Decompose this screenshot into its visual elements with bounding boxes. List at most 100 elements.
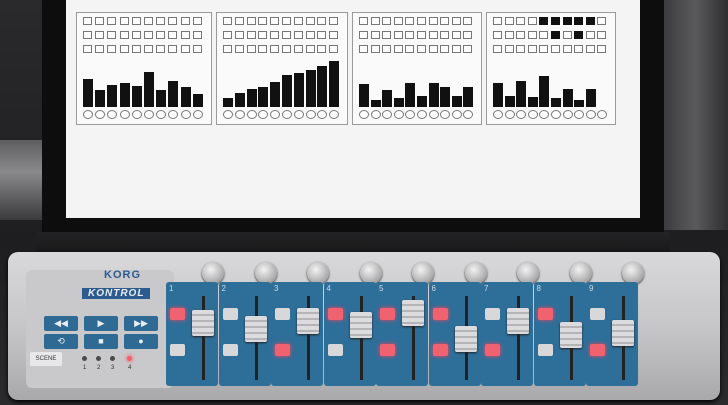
step-toggle[interactable]: [258, 45, 268, 53]
step-toggle[interactable]: [527, 17, 537, 25]
step-value-bar[interactable]: [192, 94, 203, 107]
channel-knob[interactable]: [569, 262, 592, 284]
mute-button[interactable]: [170, 344, 185, 356]
step-toggle[interactable]: [107, 45, 117, 53]
solo-button[interactable]: [327, 308, 343, 320]
step-value-bar[interactable]: [223, 98, 233, 107]
step-value-bar[interactable]: [527, 97, 538, 107]
step-knob[interactable]: [131, 110, 142, 119]
step-toggle[interactable]: [562, 31, 572, 39]
step-value-bar[interactable]: [463, 87, 474, 107]
step-knob[interactable]: [95, 110, 106, 119]
step-toggle[interactable]: [428, 31, 438, 39]
step-toggle[interactable]: [405, 45, 415, 53]
step-toggle[interactable]: [234, 17, 244, 25]
step-toggle[interactable]: [144, 45, 153, 53]
step-value-bar[interactable]: [131, 86, 142, 107]
step-toggle[interactable]: [585, 31, 595, 39]
step-value-bar[interactable]: [156, 90, 167, 107]
step-toggle[interactable]: [574, 45, 584, 53]
step-toggle[interactable]: [574, 31, 584, 39]
step-knob[interactable]: [223, 110, 233, 119]
step-value-bar[interactable]: [428, 83, 439, 107]
step-toggle[interactable]: [440, 31, 450, 39]
step-toggle[interactable]: [192, 31, 202, 39]
step-value-bar[interactable]: [585, 89, 596, 107]
step-toggle[interactable]: [359, 45, 368, 53]
step-knob[interactable]: [493, 110, 503, 119]
solo-button[interactable]: [590, 308, 605, 320]
channel-knob[interactable]: [622, 262, 644, 284]
mute-button[interactable]: [380, 344, 395, 356]
step-value-bar[interactable]: [493, 83, 503, 107]
step-toggle[interactable]: [551, 45, 560, 53]
step-toggle[interactable]: [282, 17, 291, 25]
step-toggle[interactable]: [370, 45, 380, 53]
step-toggle[interactable]: [156, 17, 166, 25]
step-toggle[interactable]: [305, 31, 315, 39]
step-toggle[interactable]: [305, 17, 315, 25]
step-toggle[interactable]: [305, 45, 315, 53]
step-value-bar[interactable]: [317, 66, 328, 107]
step-value-bar[interactable]: [144, 72, 154, 107]
step-toggle[interactable]: [405, 31, 415, 39]
channel-knob[interactable]: [412, 262, 434, 284]
step-toggle[interactable]: [539, 45, 549, 53]
step-toggle[interactable]: [440, 17, 450, 25]
step-value-bar[interactable]: [370, 100, 381, 107]
step-toggle[interactable]: [317, 31, 327, 39]
record-button[interactable]: ●: [124, 334, 158, 349]
step-toggle[interactable]: [119, 45, 129, 53]
step-knob[interactable]: [192, 110, 203, 119]
step-toggle[interactable]: [329, 31, 339, 39]
step-value-bar[interactable]: [305, 70, 316, 107]
channel-knob[interactable]: [517, 262, 539, 284]
step-toggle[interactable]: [83, 45, 92, 53]
step-toggle[interactable]: [597, 17, 607, 25]
step-toggle[interactable]: [417, 31, 426, 39]
step-value-bar[interactable]: [95, 90, 106, 107]
step-value-bar[interactable]: [504, 96, 515, 107]
step-toggle[interactable]: [156, 31, 166, 39]
step-knob[interactable]: [258, 110, 269, 119]
step-toggle[interactable]: [258, 17, 268, 25]
step-value-bar[interactable]: [574, 100, 585, 107]
step-knob[interactable]: [83, 110, 93, 119]
step-toggle[interactable]: [192, 45, 202, 53]
step-knob[interactable]: [156, 110, 167, 119]
step-toggle[interactable]: [168, 31, 178, 39]
solo-button[interactable]: [170, 308, 185, 320]
step-knob[interactable]: [585, 110, 596, 119]
step-toggle[interactable]: [270, 17, 280, 25]
step-toggle[interactable]: [585, 17, 595, 25]
step-knob[interactable]: [119, 110, 130, 119]
step-toggle[interactable]: [144, 17, 153, 25]
step-toggle[interactable]: [223, 45, 232, 53]
step-toggle[interactable]: [393, 45, 403, 53]
step-toggle[interactable]: [551, 17, 560, 25]
channel-fader[interactable]: [297, 308, 319, 334]
step-toggle[interactable]: [107, 17, 117, 25]
step-value-bar[interactable]: [393, 98, 404, 107]
step-knob[interactable]: [382, 110, 393, 119]
step-toggle[interactable]: [359, 17, 368, 25]
step-value-bar[interactable]: [359, 84, 369, 107]
step-value-bar[interactable]: [246, 89, 257, 107]
step-toggle[interactable]: [131, 45, 141, 53]
step-toggle[interactable]: [428, 45, 438, 53]
step-toggle[interactable]: [382, 45, 392, 53]
channel-fader[interactable]: [507, 308, 529, 334]
step-toggle[interactable]: [107, 31, 117, 39]
step-toggle[interactable]: [597, 31, 607, 39]
step-toggle[interactable]: [597, 45, 607, 53]
step-value-bar[interactable]: [293, 73, 304, 107]
stop-button[interactable]: ■: [84, 334, 118, 349]
step-toggle[interactable]: [83, 31, 92, 39]
mute-button[interactable]: [275, 344, 290, 356]
step-toggle[interactable]: [180, 45, 190, 53]
solo-button[interactable]: [432, 308, 448, 320]
step-toggle[interactable]: [493, 17, 502, 25]
fast-forward-button[interactable]: ▶▶: [124, 316, 158, 331]
step-toggle[interactable]: [168, 17, 178, 25]
step-knob[interactable]: [574, 110, 585, 119]
